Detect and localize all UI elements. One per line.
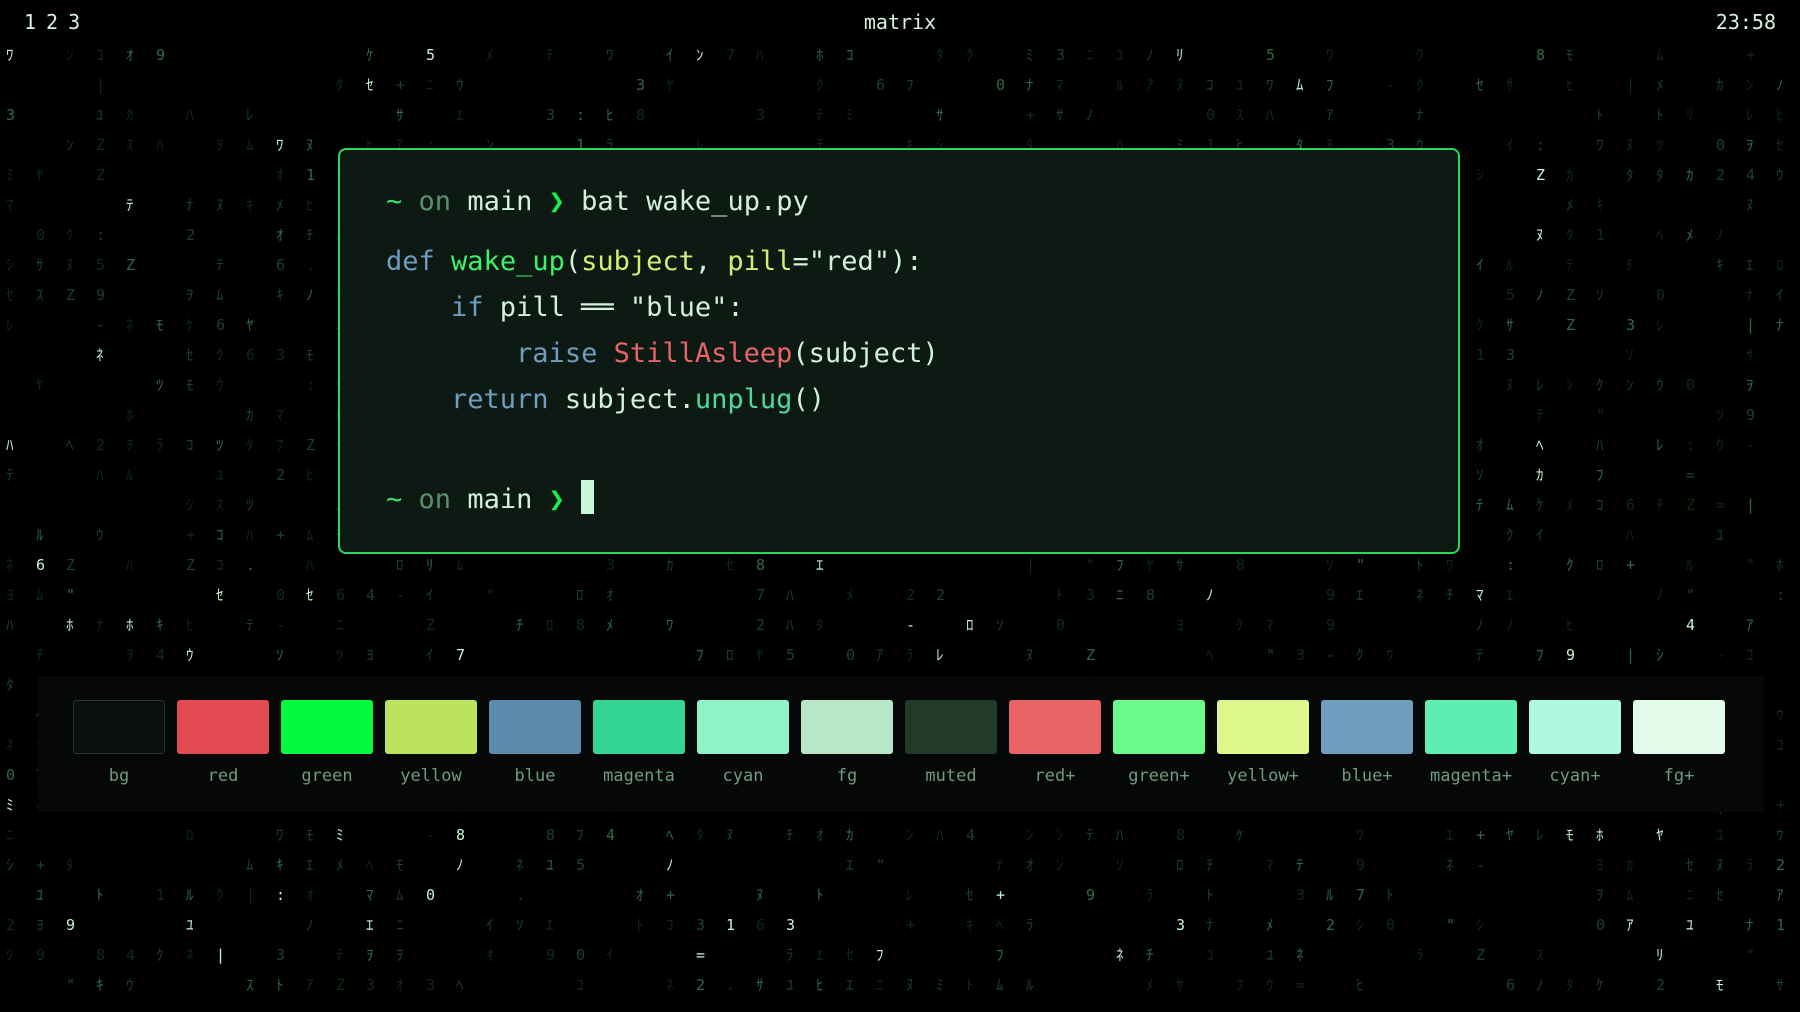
- swatch-cyan: cyan: [697, 700, 789, 786]
- swatch-label: bg: [108, 766, 130, 786]
- default-value: "red": [808, 246, 890, 277]
- prompt-branch: main: [467, 186, 533, 217]
- swatch-chip-fg-bright: [1633, 700, 1725, 754]
- prompt-branch-2: main: [467, 484, 533, 515]
- swatch-chip-fg: [801, 700, 893, 754]
- swatch-chip-green: [281, 700, 373, 754]
- comma: ,: [694, 246, 728, 277]
- swatch-chip-red: [177, 700, 269, 754]
- swatch-magenta-bright: magenta+: [1425, 700, 1517, 786]
- swatch-chip-green-bright: [1113, 700, 1205, 754]
- equals: =: [792, 246, 809, 277]
- swatch-chip-blue-bright: [1321, 700, 1413, 754]
- prompt-line-command: ~ on main ❯ bat wake_up.py: [386, 186, 809, 217]
- swatch-chip-blue: [489, 700, 581, 754]
- condition-expr: pill ══: [483, 292, 630, 323]
- swatch-chip-muted: [905, 700, 997, 754]
- swatch-label: fg+: [1663, 766, 1695, 786]
- paren-open: (: [564, 246, 582, 277]
- swatch-chip-bg: [73, 700, 165, 754]
- prompt-line-input[interactable]: ~ on main ❯: [386, 480, 595, 515]
- swatch-fg-bright: fg+: [1633, 700, 1725, 786]
- color-palette: bg red green yellow blue magenta cyan fg…: [38, 676, 1764, 812]
- command-text: bat wake_up.py: [581, 186, 809, 217]
- swatch-muted: muted: [905, 700, 997, 786]
- keyword-return: return: [451, 384, 549, 415]
- swatch-label: fg: [836, 766, 858, 786]
- window-title: matrix: [863, 10, 937, 34]
- code-line-1: def wake_up(subject, pill="red"):: [386, 246, 923, 277]
- swatch-label: cyan+: [1549, 766, 1601, 786]
- prompt-on-2: on: [418, 484, 452, 515]
- swatch-chip-cyan: [697, 700, 789, 754]
- keyword-def: def: [386, 246, 435, 277]
- swatch-chip-yellow: [385, 700, 477, 754]
- swatch-label: blue: [514, 766, 556, 786]
- top-bar: 123 matrix 23:58: [0, 0, 1800, 46]
- swatch-yellow-bright: yellow+: [1217, 700, 1309, 786]
- swatch-label: green+: [1128, 766, 1190, 786]
- swatch-red: red: [177, 700, 269, 786]
- swatch-chip-cyan-bright: [1529, 700, 1621, 754]
- call-parens: (): [792, 384, 825, 415]
- function-name: wake_up: [451, 246, 565, 277]
- keyword-if: if: [451, 292, 484, 323]
- string-blue: "blue": [629, 292, 728, 323]
- prompt-chevron: ❯: [548, 186, 565, 217]
- prompt-chevron-2: ❯: [548, 484, 565, 515]
- clock: 23:58: [1715, 10, 1776, 34]
- terminal-window[interactable]: ~ on main ❯ bat wake_up.py def wake_up(s…: [338, 148, 1460, 554]
- prompt-tilde: ~: [386, 186, 403, 217]
- prompt-on: on: [418, 186, 452, 217]
- swatch-bg: bg: [73, 700, 165, 786]
- exception-args: (subject): [792, 338, 939, 369]
- prompt-tilde-2: ~: [386, 484, 403, 515]
- code-line-3: raise StillAsleep(subject): [386, 338, 939, 369]
- param-subject: subject: [581, 246, 695, 277]
- swatch-magenta: magenta: [593, 700, 685, 786]
- swatch-label: cyan: [722, 766, 764, 786]
- exception-name: StillAsleep: [613, 338, 793, 369]
- swatch-cyan-bright: cyan+: [1529, 700, 1621, 786]
- swatch-green: green: [281, 700, 373, 786]
- method-unplug: unplug: [694, 384, 793, 415]
- swatch-label: blue+: [1341, 766, 1393, 786]
- swatch-fg: fg: [801, 700, 893, 786]
- swatch-yellow: yellow: [385, 700, 477, 786]
- swatch-chip-yellow-bright: [1217, 700, 1309, 754]
- swatch-green-bright: green+: [1113, 700, 1205, 786]
- swatch-blue-bright: blue+: [1321, 700, 1413, 786]
- swatch-chip-magenta-bright: [1425, 700, 1517, 754]
- swatch-label: yellow: [400, 766, 462, 786]
- text-cursor: [581, 480, 595, 514]
- code-line-4: return subject.unplug(): [386, 384, 825, 415]
- return-object: subject.: [548, 384, 695, 415]
- swatch-red-bright: red+: [1009, 700, 1101, 786]
- swatch-label: magenta+: [1430, 766, 1512, 786]
- paren-close: ):: [890, 246, 923, 277]
- keyword-raise: raise: [516, 338, 598, 369]
- swatch-label: muted: [925, 766, 977, 786]
- swatch-chip-red-bright: [1009, 700, 1101, 754]
- swatch-label: red+: [1034, 766, 1076, 786]
- swatch-label: green: [301, 766, 353, 786]
- swatch-label: yellow+: [1227, 766, 1299, 786]
- swatch-blue: blue: [489, 700, 581, 786]
- swatch-label: red: [207, 766, 239, 786]
- colon: :: [727, 292, 744, 323]
- swatch-label: magenta: [603, 766, 675, 786]
- code-line-2: if pill ══ "blue":: [386, 292, 744, 323]
- param-pill: pill: [727, 246, 793, 277]
- swatch-chip-magenta: [593, 700, 685, 754]
